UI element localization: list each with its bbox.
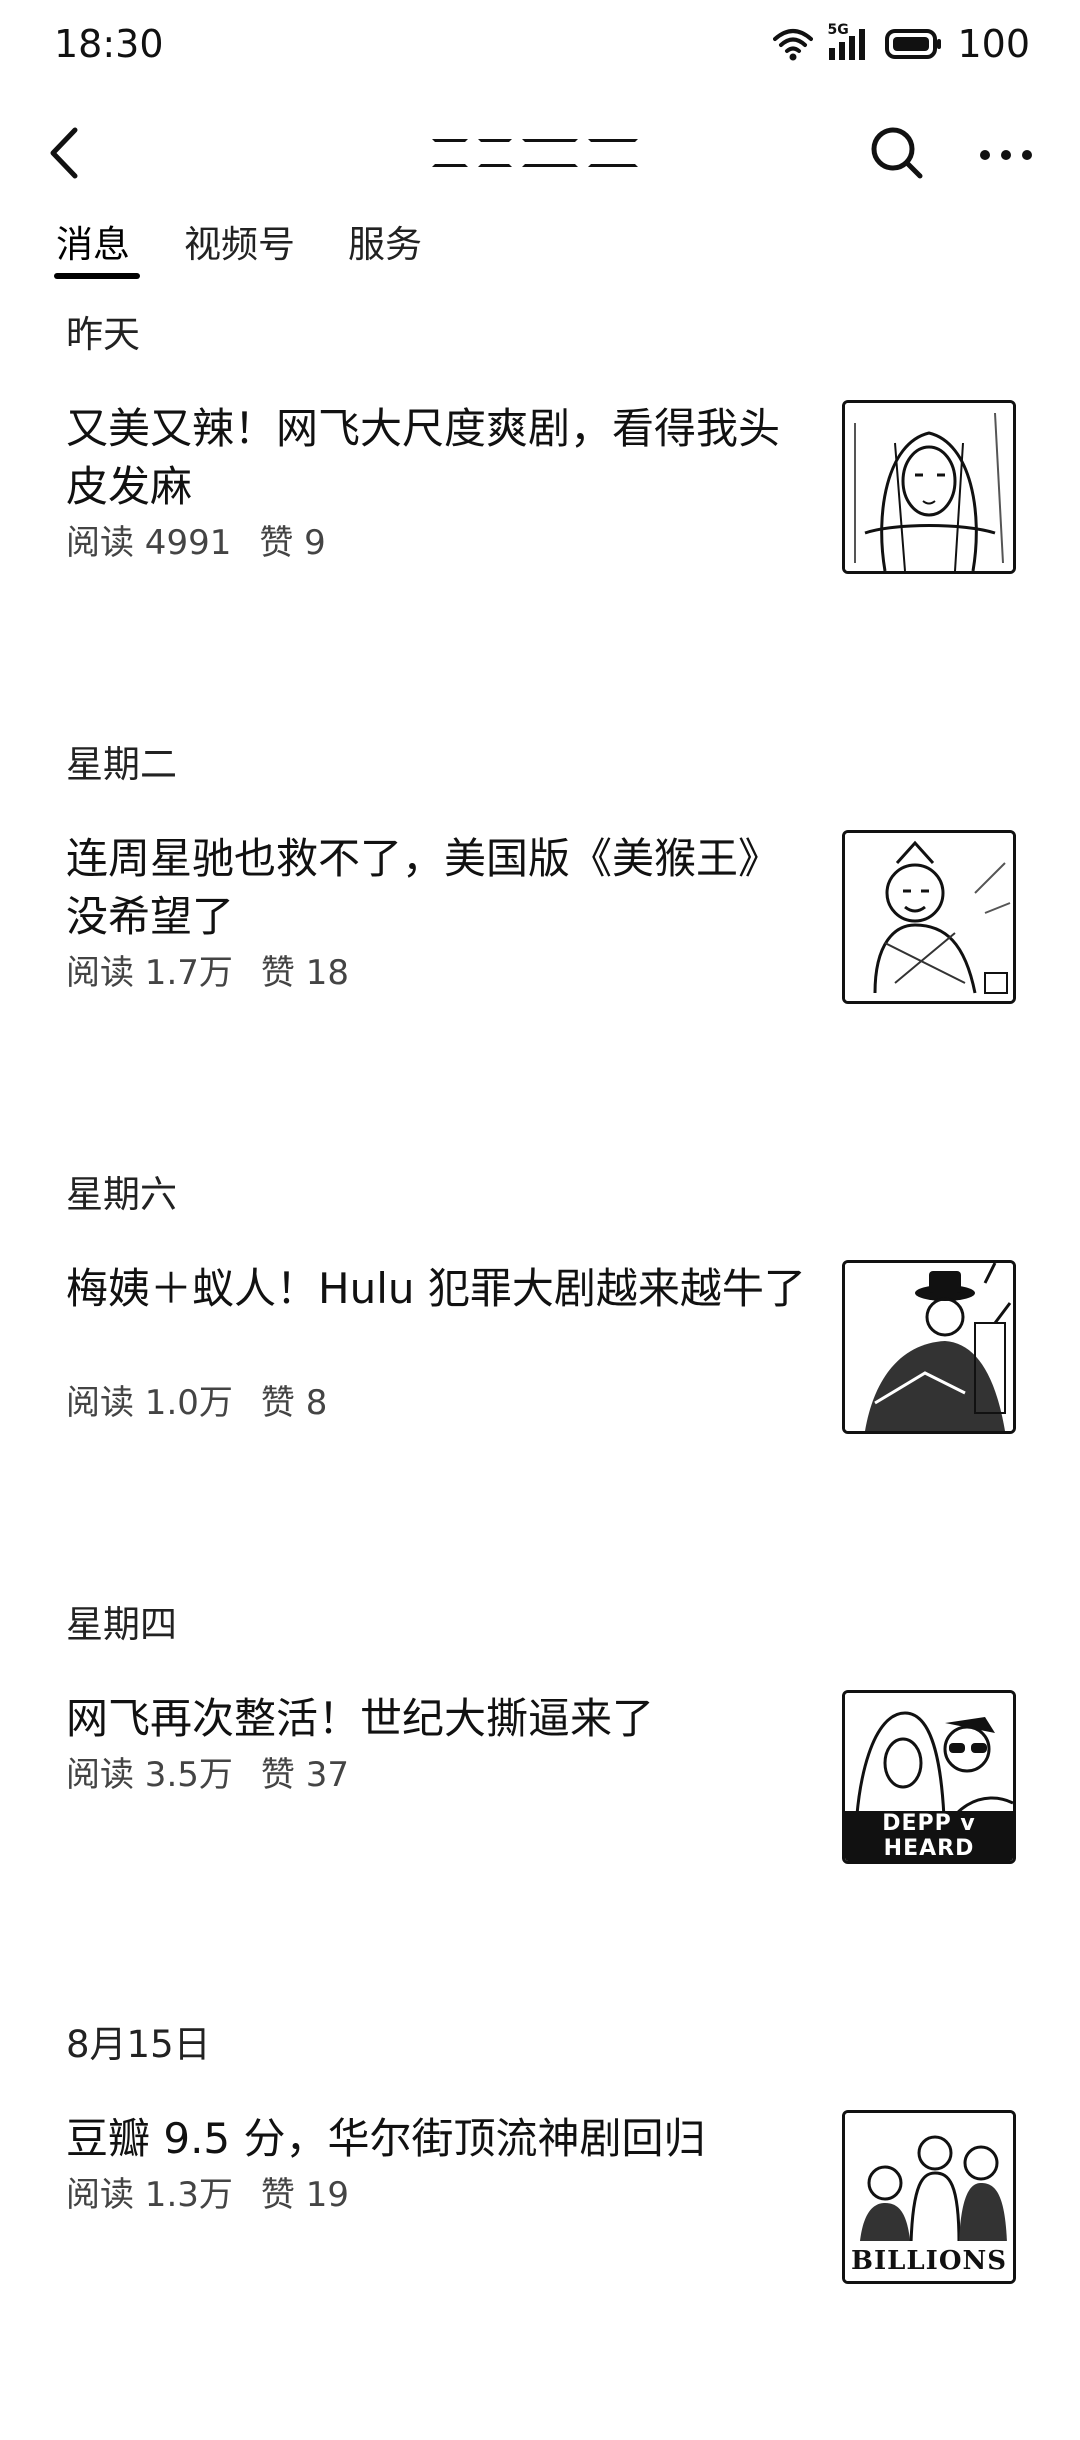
search-button[interactable] (862, 120, 932, 190)
article-title[interactable]: 又美又辣！网飞大尺度爽剧，看得我头皮发麻 (66, 400, 806, 516)
man-in-hat-image[interactable] (842, 1260, 1016, 1434)
article-reads: 阅读 4991 (66, 523, 232, 563)
article-card[interactable]: 连周星驰也救不了，美国版《美猴王》没希望了 阅读 1.7万赞 18 (0, 830, 1080, 1020)
tab-services[interactable]: 服务 (348, 215, 422, 275)
group-date: 星期二 (66, 743, 177, 786)
wifi-icon (773, 27, 814, 61)
group-date: 昨天 (66, 313, 140, 356)
more-button[interactable] (966, 120, 1046, 190)
article-title[interactable]: 连周星驰也救不了，美国版《美猴王》没希望了 (66, 830, 806, 946)
back-arrow-icon (45, 126, 85, 184)
article-stats: 阅读 3.5万赞 37 (66, 1752, 349, 1798)
article-card[interactable]: 网飞再次整活！世纪大撕逼来了 阅读 3.5万赞 37 DEPP v HEARD (0, 1690, 1080, 1880)
thumb-caption: BILLIONS (850, 2246, 1008, 2276)
article-likes: 赞 19 (260, 2175, 349, 2215)
group-date: 8月15日 (66, 2023, 211, 2066)
article-reads: 阅读 1.0万 (66, 1383, 233, 1423)
group-date: 星期四 (66, 1603, 177, 1646)
article-stats: 阅读 4991 赞 9 (66, 520, 326, 566)
article-stats: 阅读 1.0万赞 8 (66, 1380, 327, 1426)
article-stats: 阅读 1.3万赞 19 (66, 2172, 349, 2218)
article-card[interactable]: 又美又辣！网飞大尺度爽剧，看得我头皮发麻 阅读 4991 赞 9 (0, 400, 1080, 590)
article-card[interactable]: 豆瓣 9.5 分，华尔街顶流神剧回归 阅读 1.3万赞 19 BILLIONS (0, 2110, 1080, 2300)
tab-bar: 消息 视频号 服务 (0, 205, 1080, 285)
top-nav (0, 110, 1080, 200)
signal-icon: 5G (827, 22, 871, 62)
group-date: 星期六 (66, 1173, 177, 1216)
feed-group: 星期四 网飞再次整活！世纪大撕逼来了 阅读 3.5万赞 37 DEPP v HE… (0, 1600, 1080, 2020)
article-reads: 阅读 1.3万 (66, 2175, 233, 2215)
tab-messages[interactable]: 消息 (56, 215, 130, 275)
article-likes: 赞 37 (260, 1755, 349, 1795)
feed-group: 星期二 连周星驰也救不了，美国版《美猴王》没希望了 阅读 1.7万赞 18 (0, 740, 1080, 1160)
monkey-king-image[interactable] (842, 830, 1016, 1004)
more-icon (979, 146, 1033, 165)
billions-cast-image[interactable]: BILLIONS (842, 2110, 1016, 2284)
article-title[interactable]: 豆瓣 9.5 分，华尔街顶流神剧回归 (66, 2110, 806, 2168)
article-likes: 赞 9 (259, 523, 326, 563)
battery-level: 100 (957, 22, 1030, 66)
thumb-caption: DEPP v HEARD (882, 1811, 976, 1861)
search-icon (869, 125, 925, 185)
article-reads: 阅读 3.5万 (66, 1755, 233, 1795)
feed-group: 8月15日 豆瓣 9.5 分，华尔街顶流神剧回归 阅读 1.3万赞 19 BIL… (0, 2020, 1080, 2440)
article-likes: 赞 18 (260, 953, 349, 993)
feed-group: 星期六 梅姨＋蚁人！Hulu 犯罪大剧越来越牛了 阅读 1.0万赞 8 (0, 1170, 1080, 1590)
network-type-label: 5G (827, 22, 849, 38)
page-title-redacted (432, 138, 650, 168)
active-tab-indicator (54, 273, 140, 279)
tab-channels[interactable]: 视频号 (184, 215, 295, 275)
woman-portrait-image[interactable] (842, 400, 1016, 574)
article-title[interactable]: 梅姨＋蚁人！Hulu 犯罪大剧越来越牛了 (66, 1260, 806, 1318)
depp-heard-image[interactable]: DEPP v HEARD (842, 1690, 1016, 1864)
battery-icon (885, 28, 943, 60)
article-reads: 阅读 1.7万 (66, 953, 233, 993)
status-time: 18:30 (54, 22, 164, 66)
back-button[interactable] (30, 120, 100, 190)
article-title[interactable]: 网飞再次整活！世纪大撕逼来了 (66, 1690, 806, 1748)
article-stats: 阅读 1.7万赞 18 (66, 950, 349, 996)
article-card[interactable]: 梅姨＋蚁人！Hulu 犯罪大剧越来越牛了 阅读 1.0万赞 8 (0, 1260, 1080, 1450)
article-likes: 赞 8 (260, 1383, 328, 1423)
feed-group: 昨天 又美又辣！网飞大尺度爽剧，看得我头皮发麻 阅读 4991 赞 9 (0, 310, 1080, 730)
status-bar: 18:30 5G 100 (0, 0, 1080, 90)
status-icons: 5G 100 (773, 18, 1030, 70)
